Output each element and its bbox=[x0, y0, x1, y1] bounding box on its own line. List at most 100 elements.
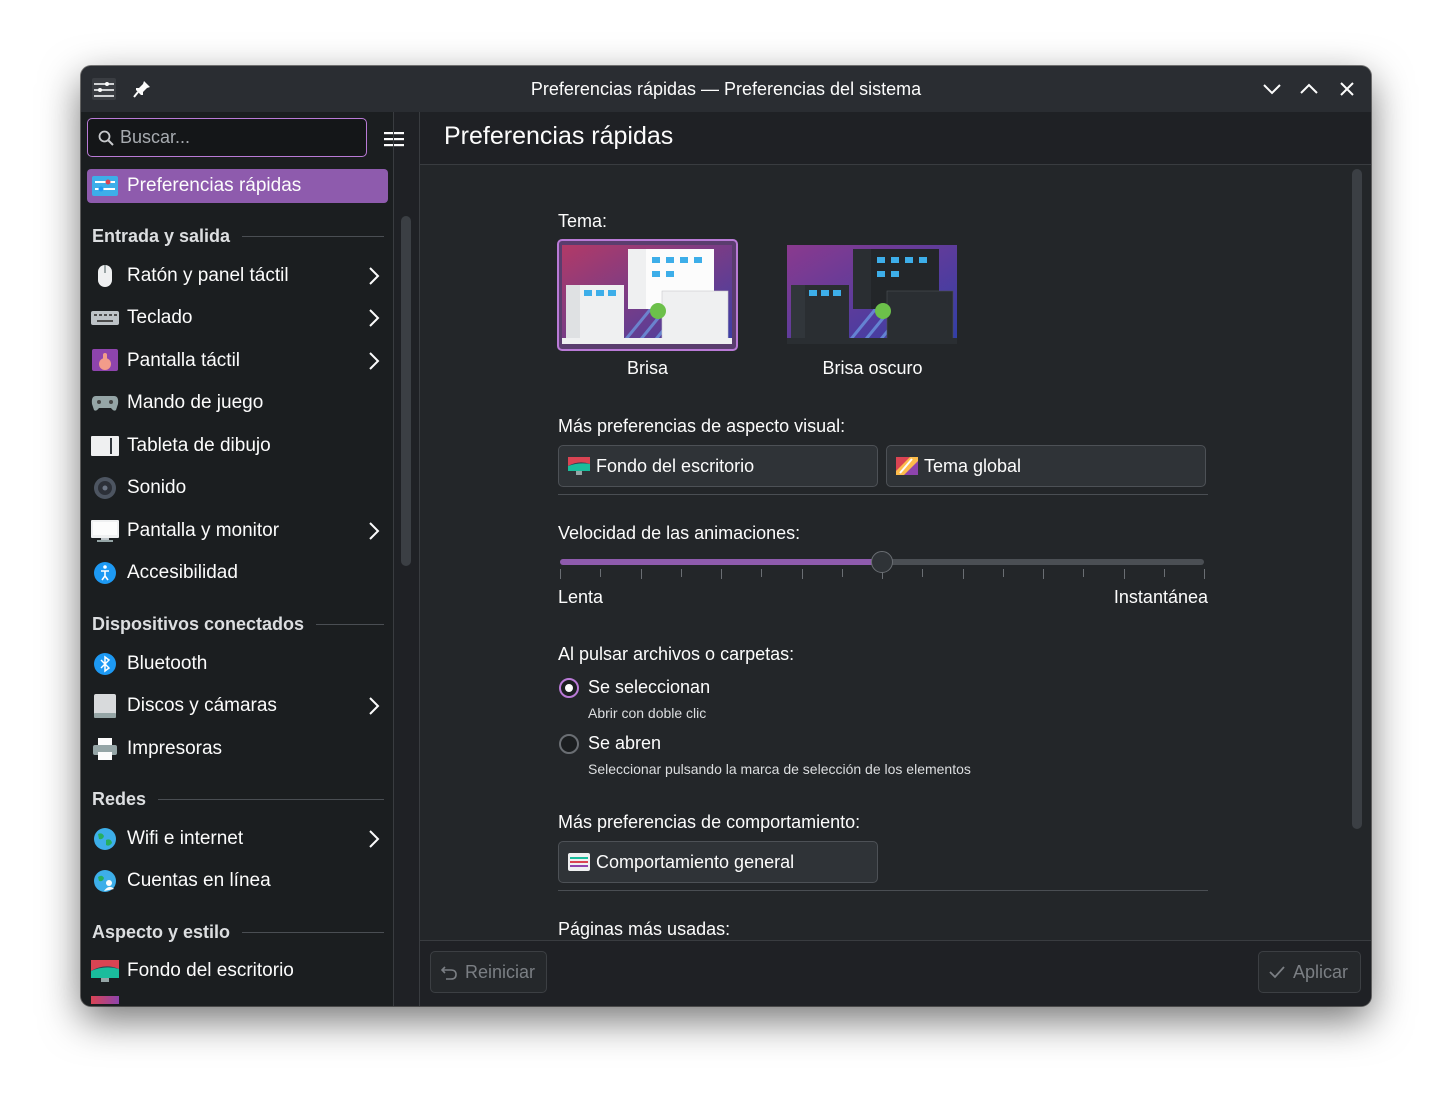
sidebar-scrollbar[interactable] bbox=[401, 216, 411, 566]
sidebar-item-printers[interactable]: Impresoras bbox=[87, 732, 388, 766]
touchscreen-icon bbox=[91, 348, 119, 374]
theme-card-brisa[interactable] bbox=[557, 239, 738, 351]
slider-tick bbox=[1204, 569, 1205, 579]
radio-open[interactable] bbox=[559, 734, 579, 754]
slider-fill bbox=[560, 559, 882, 565]
slider-tick bbox=[761, 569, 763, 577]
sidebar-item-wifi[interactable]: Wifi e internet bbox=[87, 822, 388, 856]
chevron-right-icon bbox=[369, 352, 380, 370]
close-button[interactable] bbox=[1335, 77, 1359, 101]
slider-tick bbox=[560, 569, 561, 579]
radio-select-label[interactable]: Se seleccionan bbox=[588, 677, 710, 698]
theme-preview-brisa bbox=[562, 245, 732, 344]
keyboard-icon bbox=[91, 305, 119, 331]
sidebar-item-accessibility[interactable]: Accesibilidad bbox=[87, 556, 388, 590]
slider-tick bbox=[600, 569, 602, 577]
tablet-icon bbox=[91, 433, 119, 459]
apply-button[interactable]: Aplicar bbox=[1258, 951, 1361, 993]
most-used-label: Páginas más usadas: bbox=[558, 919, 731, 939]
slider-max-label: Instantánea bbox=[1113, 587, 1208, 607]
sidebar-item-online-accounts[interactable]: Cuentas en línea bbox=[87, 864, 388, 898]
window-menu-button[interactable] bbox=[91, 76, 117, 102]
sidebar-separator bbox=[393, 112, 394, 1006]
main-scrollbar[interactable] bbox=[1352, 169, 1362, 829]
chevron-right-icon bbox=[369, 522, 380, 540]
slider-handle[interactable] bbox=[871, 551, 893, 573]
theme-name-brisa-oscuro: Brisa oscuro bbox=[822, 358, 923, 378]
slider-tick bbox=[1002, 569, 1004, 577]
hamburger-menu-button[interactable] bbox=[377, 122, 411, 156]
sidebar-item-display[interactable]: Pantalla y monitor bbox=[87, 514, 388, 548]
monitor-icon bbox=[91, 518, 119, 544]
chevron-down-icon bbox=[1263, 84, 1281, 95]
minimize-button[interactable] bbox=[1260, 77, 1284, 101]
theme-label: Tema: bbox=[558, 211, 608, 231]
gamepad-icon bbox=[91, 390, 119, 416]
slider-tick bbox=[721, 569, 722, 579]
pin-button[interactable] bbox=[129, 76, 155, 102]
main-content: Tema: Brisa Brisa oscuro Más preferencia… bbox=[420, 165, 1371, 940]
main-panel: Preferencias rápidas Tema: Brisa Brisa o… bbox=[420, 112, 1371, 1006]
sidebar-list: Preferencias rápidas Entrada y salida Ra… bbox=[81, 168, 393, 1006]
section-header-appearance: Aspecto y estilo bbox=[92, 919, 384, 945]
quick-settings-icon bbox=[91, 173, 119, 199]
online-accounts-icon bbox=[91, 868, 119, 894]
wallpaper-icon bbox=[91, 958, 119, 984]
divider bbox=[558, 890, 1208, 891]
wallpaper-button[interactable]: Fondo del escritorio bbox=[558, 445, 878, 487]
slider-tick bbox=[640, 569, 642, 579]
theme-name-brisa: Brisa bbox=[626, 358, 668, 378]
global-theme-icon bbox=[896, 457, 918, 475]
general-behavior-icon bbox=[568, 853, 590, 871]
slider-tick bbox=[801, 569, 803, 579]
sidebar-item-wallpaper[interactable]: Fondo del escritorio bbox=[87, 954, 388, 988]
sidebar-item-quick-settings[interactable]: Preferencias rápidas bbox=[87, 169, 388, 203]
sidebar-item-keyboard[interactable]: Teclado bbox=[87, 301, 388, 335]
sidebar-item-disks-cameras[interactable]: Discos y cámaras bbox=[87, 689, 388, 723]
radio-select[interactable] bbox=[559, 678, 579, 698]
appearance-label: Más preferencias de aspecto visual: bbox=[558, 416, 846, 436]
chevron-up-icon bbox=[1300, 83, 1318, 94]
search-field[interactable]: Buscar... bbox=[87, 118, 367, 157]
chevron-right-icon bbox=[369, 830, 380, 848]
general-behavior-button[interactable]: Comportamiento general bbox=[558, 841, 878, 883]
slider-tick bbox=[962, 569, 964, 579]
slider-tick bbox=[1123, 569, 1125, 579]
theme-card-brisa-oscuro[interactable] bbox=[782, 239, 963, 351]
printer-icon bbox=[91, 736, 119, 762]
sidebar-item-drawing-tablet[interactable]: Tableta de dibujo bbox=[87, 429, 388, 463]
animation-speed-slider[interactable] bbox=[558, 551, 1206, 583]
sidebar-item-touchscreen[interactable]: Pantalla táctil bbox=[87, 344, 388, 378]
page-title: Preferencias rápidas bbox=[444, 122, 674, 150]
sidebar-item-partial bbox=[91, 996, 119, 1004]
slider-min-label: Lenta bbox=[558, 587, 604, 607]
slider-tick bbox=[922, 569, 924, 577]
radio-select-description: Abrir con doble clic bbox=[588, 705, 707, 721]
maximize-button[interactable] bbox=[1297, 77, 1321, 101]
sidebar: Buscar... Preferencias rápidas Entrada y… bbox=[81, 112, 411, 1006]
section-header-connected-devices: Dispositivos conectados bbox=[92, 611, 384, 637]
sidebar-item-gamepad[interactable]: Mando de juego bbox=[87, 386, 388, 420]
title-bar: Preferencias rápidas — Preferencias del … bbox=[81, 66, 1371, 112]
sidebar-item-bluetooth[interactable]: Bluetooth bbox=[87, 647, 388, 681]
reset-button[interactable]: Reiniciar bbox=[430, 951, 547, 993]
window-title: Preferencias rápidas — Preferencias del … bbox=[530, 79, 922, 99]
slider-tick bbox=[1163, 569, 1165, 577]
animation-speed-label: Velocidad de las animaciones: bbox=[558, 523, 801, 543]
disk-icon bbox=[91, 693, 119, 719]
theme-preview-brisa-oscuro bbox=[787, 245, 957, 344]
bluetooth-icon bbox=[91, 651, 119, 677]
chevron-right-icon bbox=[369, 309, 380, 327]
global-theme-button[interactable]: Tema global bbox=[886, 445, 1206, 487]
sidebar-item-mouse[interactable]: Ratón y panel táctil bbox=[87, 259, 388, 293]
chevron-right-icon bbox=[369, 267, 380, 285]
radio-open-description: Seleccionar pulsando la marca de selecci… bbox=[588, 761, 971, 777]
radio-open-label[interactable]: Se abren bbox=[588, 733, 661, 754]
search-icon bbox=[98, 130, 114, 146]
system-settings-icon bbox=[92, 78, 116, 100]
sidebar-item-sound[interactable]: Sonido bbox=[87, 471, 388, 505]
section-header-input-output: Entrada y salida bbox=[92, 223, 384, 249]
divider bbox=[558, 494, 1208, 495]
slider-tick bbox=[1043, 569, 1044, 579]
hamburger-menu-icon bbox=[384, 132, 404, 147]
